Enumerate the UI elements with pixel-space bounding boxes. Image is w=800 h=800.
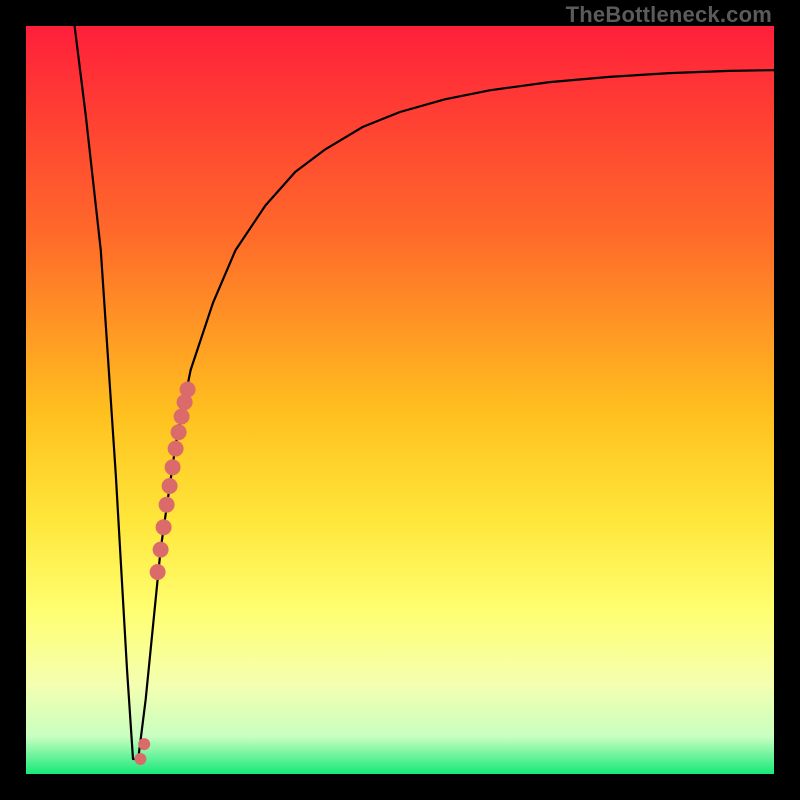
marker-dot xyxy=(174,409,190,425)
marker-dot xyxy=(165,459,181,475)
marker-dot xyxy=(138,738,150,750)
marker-dot xyxy=(150,564,166,580)
plot-area xyxy=(26,26,774,774)
marker-dot xyxy=(171,424,187,440)
gradient-background xyxy=(26,26,774,774)
marker-dot xyxy=(180,382,196,398)
marker-dot xyxy=(162,478,178,494)
chart-svg xyxy=(26,26,774,774)
marker-dot xyxy=(134,753,146,765)
marker-dot xyxy=(168,441,184,457)
watermark-text: TheBottleneck.com xyxy=(566,2,772,28)
marker-dot xyxy=(159,497,175,513)
marker-dot xyxy=(156,519,172,535)
outer-frame: TheBottleneck.com xyxy=(0,0,800,800)
marker-dot xyxy=(153,542,169,558)
